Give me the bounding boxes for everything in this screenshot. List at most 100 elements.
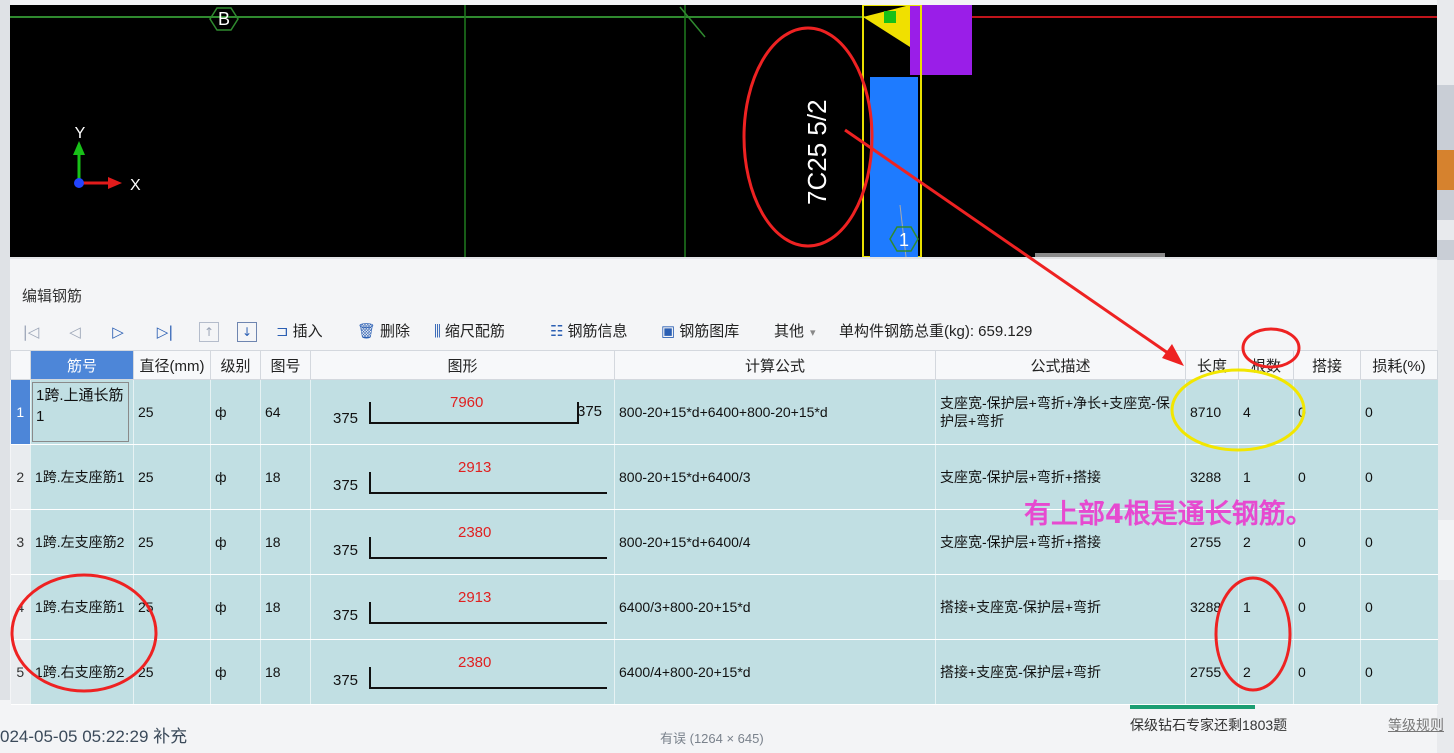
formula-cell[interactable]: 800-20+15*d+6400+800-20+15*d <box>614 379 936 445</box>
shape-mid-value: 2380 <box>458 654 492 671</box>
diameter-cell[interactable]: 25 <box>133 639 211 705</box>
shape-cell[interactable]: 375 2913 <box>310 444 615 510</box>
lap-cell[interactable]: 0 <box>1293 639 1361 705</box>
count-cell[interactable]: 1 <box>1238 574 1294 640</box>
table-row[interactable]: 1 1跨.上通长筋1 25 ф 64 375 7960 375 800-20+1… <box>10 379 1438 445</box>
row-number[interactable]: 4 <box>10 574 31 640</box>
col-header[interactable]: 损耗(%) <box>1360 350 1438 380</box>
count-cell[interactable]: 4 <box>1238 379 1294 445</box>
other-label: 其他 <box>774 323 805 340</box>
shape-cell[interactable]: 375 2380 <box>310 639 615 705</box>
row-number[interactable]: 2 <box>10 444 31 510</box>
description-cell[interactable]: 搭接+支座宽-保护层+弯折 <box>935 639 1186 705</box>
delete-button[interactable]: 🗑 删除 <box>357 319 410 345</box>
diameter-cell[interactable]: 25 <box>133 444 211 510</box>
formula-cell[interactable]: 6400/3+800-20+15*d <box>614 574 936 640</box>
formula-cell[interactable]: 800-20+15*d+6400/4 <box>614 509 936 575</box>
cad-viewport[interactable]: B 1 Y X 7C25 5/2 <box>10 5 1437 257</box>
left-edge-strip <box>0 0 10 700</box>
table-row[interactable]: 5 1跨.右支座筋2 25 ф 18 375 2380 6400/4+800-2… <box>10 639 1438 705</box>
length-cell[interactable]: 8710 <box>1185 379 1239 445</box>
description-cell[interactable]: 搭接+支座宽-保护层+弯折 <box>935 574 1186 640</box>
move-up-icon[interactable]: ↑ <box>199 322 219 342</box>
table-row[interactable]: 4 1跨.右支座筋1 25 ф 18 375 2913 6400/3+800-2… <box>10 574 1438 640</box>
formula-cell[interactable]: 800-20+15*d+6400/3 <box>614 444 936 510</box>
figure-no-cell[interactable]: 18 <box>260 509 311 575</box>
row-number[interactable]: 1 <box>10 379 31 445</box>
col-header[interactable]: 直径(mm) <box>133 350 211 380</box>
loss-cell[interactable]: 0 <box>1360 379 1438 445</box>
col-header[interactable]: 图形 <box>310 350 615 380</box>
rebar-info-button[interactable]: ☷ 钢筋信息 <box>550 319 627 345</box>
col-header[interactable]: 级别 <box>210 350 261 380</box>
grade-cell[interactable]: ф <box>210 379 261 445</box>
diameter-cell[interactable]: 25 <box>133 379 211 445</box>
move-down-icon[interactable]: ↓ <box>237 322 257 342</box>
loss-cell[interactable]: 0 <box>1360 574 1438 640</box>
figure-no-cell[interactable]: 18 <box>260 639 311 705</box>
lap-cell[interactable]: 0 <box>1293 379 1361 445</box>
trash-icon: 🗑 <box>357 323 377 340</box>
rebar-name[interactable]: 1跨.左支座筋2 <box>30 509 134 575</box>
footer-timestamp: 024-05-05 05:22:29 补充 <box>0 727 188 746</box>
rebar-name[interactable]: 1跨.上通长筋1 <box>32 382 129 442</box>
insert-button[interactable]: ⊐ 插入 <box>276 319 323 345</box>
right-edge-strip <box>1437 0 1454 753</box>
last-record-icon[interactable]: ▷| <box>154 321 176 343</box>
other-dropdown[interactable]: 其他 ▾ <box>774 319 816 345</box>
lap-cell[interactable]: 0 <box>1293 574 1361 640</box>
rebar-name[interactable]: 1跨.右支座筋2 <box>30 639 134 705</box>
col-header[interactable]: 公式描述 <box>935 350 1186 380</box>
col-header[interactable]: 筋号 <box>30 350 134 380</box>
shape-mid-value: 2913 <box>458 589 492 606</box>
shape-left-value: 375 <box>333 410 359 427</box>
figure-no-cell[interactable]: 64 <box>260 379 311 445</box>
loss-cell[interactable]: 0 <box>1360 509 1438 575</box>
shape-mid-value: 2913 <box>458 459 492 476</box>
prev-record-icon[interactable]: ◁ <box>64 321 86 343</box>
chevron-down-icon: ▾ <box>810 327 816 339</box>
formula-cell[interactable]: 6400/4+800-20+15*d <box>614 639 936 705</box>
rebar-name[interactable]: 1跨.左支座筋1 <box>30 444 134 510</box>
diameter-cell[interactable]: 25 <box>133 574 211 640</box>
figure-no-cell[interactable]: 18 <box>260 574 311 640</box>
annotation-text: 有上部4根是通长钢筋。 <box>1024 499 1313 530</box>
grade-cell[interactable]: ф <box>210 574 261 640</box>
shape-left-value: 375 <box>333 542 359 559</box>
row-number[interactable]: 5 <box>10 639 31 705</box>
col-header[interactable]: 图号 <box>260 350 311 380</box>
col-header[interactable]: 搭接 <box>1293 350 1361 380</box>
loss-cell[interactable]: 0 <box>1360 444 1438 510</box>
row-number[interactable]: 3 <box>10 509 31 575</box>
rebar-name-cell[interactable]: 1跨.上通长筋1 <box>30 379 134 445</box>
length-cell[interactable]: 3288 <box>1185 574 1239 640</box>
level-rules-link[interactable]: 等级规则 <box>1388 715 1444 735</box>
grade-cell[interactable]: ф <box>210 639 261 705</box>
col-header[interactable]: 根数 <box>1238 350 1294 380</box>
rebar-label: 7C25 5/2 <box>802 99 832 205</box>
loss-cell[interactable]: 0 <box>1360 639 1438 705</box>
shape-cell[interactable]: 375 7960 375 <box>310 379 615 445</box>
col-header[interactable]: 计算公式 <box>614 350 936 380</box>
length-cell[interactable]: 2755 <box>1185 639 1239 705</box>
insert-label: 插入 <box>292 323 323 340</box>
grade-cell[interactable]: ф <box>210 444 261 510</box>
rebar-name[interactable]: 1跨.右支座筋1 <box>30 574 134 640</box>
figure-no-cell[interactable]: 18 <box>260 444 311 510</box>
rebar-library-button[interactable]: ▣ 钢筋图库 <box>661 319 739 345</box>
scale-label: 缩尺配筋 <box>444 323 505 340</box>
diameter-cell[interactable]: 25 <box>133 509 211 575</box>
count-cell[interactable]: 2 <box>1238 639 1294 705</box>
scale-rebar-button[interactable]: ⫼ 缩尺配筋 <box>434 319 505 345</box>
description-cell[interactable]: 支座宽-保护层+弯折+净长+支座宽-保护层+弯折 <box>935 379 1186 445</box>
grade-cell[interactable]: ф <box>210 509 261 575</box>
shape-mid-value: 2380 <box>458 524 492 541</box>
shape-left-value: 375 <box>333 607 359 624</box>
first-record-icon[interactable]: |◁ <box>20 321 42 343</box>
insert-icon: ⊐ <box>276 323 289 340</box>
col-header[interactable]: 长度 <box>1185 350 1239 380</box>
next-record-icon[interactable]: ▷ <box>107 321 129 343</box>
shape-cell[interactable]: 375 2380 <box>310 509 615 575</box>
shape-cell[interactable]: 375 2913 <box>310 574 615 640</box>
shape-left-value: 375 <box>333 477 359 494</box>
